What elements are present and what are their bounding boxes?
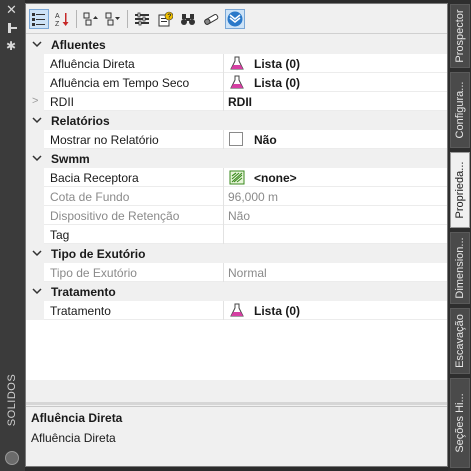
properties-panel: A Z ? Afluentes Afluência Direta Lista (… [25,3,448,467]
categorized-view-icon[interactable] [29,9,49,29]
row-cota-fundo: Cota de Fundo 96,000 m [26,187,447,206]
row-tag[interactable]: Tag [26,225,447,244]
collapse-chevron-icon[interactable] [32,152,42,164]
collapse-chevron-icon[interactable] [32,247,42,259]
pin-icon[interactable] [7,22,17,34]
collapse-chevron-icon[interactable] [32,285,42,297]
row-dispositivo-retencao: Dispositivo de Retenção Não [26,206,447,225]
collapse-chevron-icon[interactable] [32,114,42,126]
catchment-icon [229,170,245,185]
description-splitter[interactable] [26,402,447,405]
gear-icon[interactable]: ✱ [6,40,16,52]
toolbar-separator [127,10,128,28]
row-mostrar-relatorio[interactable]: Mostrar no Relatório Não [26,130,447,149]
property-pages-icon[interactable] [132,9,152,29]
tab-dimensionamento[interactable]: Dimension... [450,232,470,304]
binoculars-icon[interactable] [178,9,198,29]
left-palette-strip: ✕ ✱ SOLIDOS [0,0,25,471]
autodesk-logo-icon[interactable] [225,9,245,29]
category-tratamento[interactable]: Tratamento [26,282,447,301]
description-text: Afluência Direta [31,431,116,445]
svg-text:A: A [55,13,60,20]
category-swmm[interactable]: Swmm [26,149,447,168]
palette-tab-strip: Prospector Configura... Proprieda... Dim… [448,0,471,471]
description-title: Afluência Direta [31,411,123,425]
toolbar-separator [76,10,77,28]
category-tipo-exutorio[interactable]: Tipo de Exutório [26,244,447,263]
close-icon[interactable]: ✕ [6,3,17,17]
row-afluencia-tempo-seco[interactable]: Afluência em Tempo Seco Lista (0) [26,73,447,92]
eraser-icon[interactable] [201,9,221,29]
tab-escavacao[interactable]: Escavação [450,308,470,374]
alphabetical-sort-icon[interactable]: A Z [52,9,72,29]
app-logo-icon [5,451,19,465]
row-afluencia-direta[interactable]: Afluência Direta Lista (0) [26,54,447,73]
category-afluentes[interactable]: Afluentes [26,35,447,54]
tab-propriedades[interactable]: Proprieda... [450,152,470,228]
row-tratamento[interactable]: Tratamento Lista (0) [26,301,447,320]
row-bacia-receptora[interactable]: Bacia Receptora <none> [26,168,447,187]
flask-icon [230,56,244,70]
palette-title: SOLIDOS [6,373,18,427]
property-grid: Afluentes Afluência Direta Lista (0) Afl… [26,35,447,380]
report-checkbox[interactable] [229,132,243,146]
flask-icon [230,303,244,317]
tab-prospector[interactable]: Prospector [450,4,470,68]
collapse-chevron-icon[interactable] [32,38,42,50]
description-pane: Afluência Direta Afluência Direta [26,406,447,466]
expand-all-icon[interactable] [81,9,101,29]
tab-configuracoes[interactable]: Configura... [450,72,470,148]
tab-secoes-hidraulicas[interactable]: Seções Hi... [450,378,470,468]
collapse-all-icon[interactable] [103,9,123,29]
toolbar: A Z ? [26,4,447,34]
row-tipo-exutorio: Tipo de Exutório Normal [26,263,447,282]
help-properties-icon[interactable]: ? [155,9,175,29]
svg-text:?: ? [167,14,171,21]
svg-text:Z: Z [55,21,60,27]
category-relatorios[interactable]: Relatórios [26,111,447,130]
expand-chevron-icon[interactable]: > [32,95,38,107]
flask-icon [230,75,244,89]
row-rdii[interactable]: > RDII RDII [26,92,447,111]
